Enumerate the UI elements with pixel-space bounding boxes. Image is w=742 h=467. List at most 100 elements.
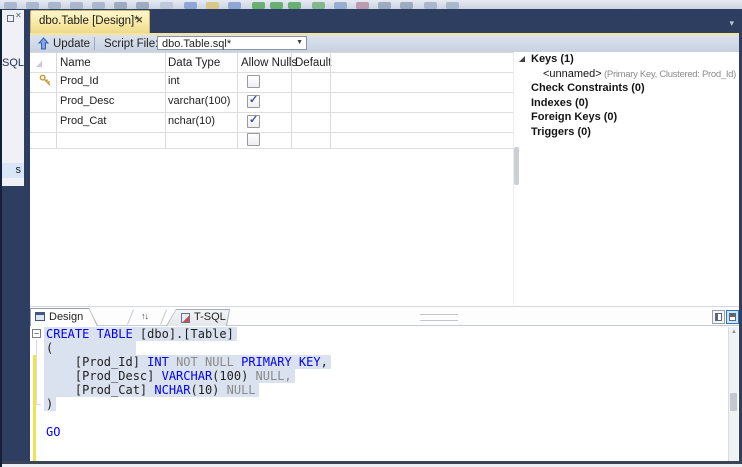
close-icon[interactable]: ✕ [15,11,22,20]
tree-child-name: <unnamed> [543,67,602,80]
tab-tsql[interactable]: T-SQL [166,309,230,326]
horizontal-split-button[interactable] [726,310,739,324]
allow-nulls-checkbox[interactable] [247,75,260,88]
allow-nulls-checkbox[interactable]: ✓ [247,94,260,108]
cell-data-type[interactable]: varchar(100) [168,95,230,107]
update-button-label: Update [53,37,91,50]
code-line[interactable]: [Prod_Cat] NCHAR(10) NULL [30,383,730,397]
grid-header-allow-nulls[interactable]: Allow Nulls [241,57,297,69]
cell-name[interactable]: Prod_Cat [60,115,106,127]
tab-design[interactable]: Design [30,308,98,326]
tree-item-label: Triggers (0) [531,125,591,138]
grid-line [30,148,513,149]
grid-scrollbar-thumb[interactable] [514,147,519,185]
cell-name[interactable]: Prod_Desc [60,95,114,107]
code-scrollbar[interactable]: ▲ [728,327,738,461]
tree-item-label: Foreign Keys (0) [531,111,618,123]
pin-icon[interactable] [7,15,14,22]
combo-dropdown-icon[interactable]: ▼ [296,39,303,46]
code-line[interactable] [30,411,730,425]
scroll-up-icon[interactable]: ▲ [730,328,738,337]
toolbar-icon-fragment[interactable] [26,2,39,9]
toolbar-icon-fragment[interactable] [446,2,459,9]
tree-item-triggers[interactable]: Triggers (0) [517,126,591,138]
toolbar-icon-fragment[interactable] [48,2,61,9]
toolbar-icon-fragment[interactable] [270,2,283,9]
toolbar-separator [94,37,95,50]
collapse-icon[interactable]: − [32,329,41,338]
toolbar-icon-fragment[interactable] [424,2,437,9]
script-file-combobox[interactable]: dbo.Table.sql* ▼ [157,36,307,50]
cell-data-type[interactable]: int [168,75,180,87]
toolbar-icon-fragment[interactable] [92,2,105,9]
grid-header-name[interactable]: Name [60,57,91,69]
token-pl: [Prod_Id] [46,355,148,369]
tree-child-detail: (Primary Key, Clustered: Prod_Id) [601,68,736,80]
code-line[interactable]: GO [30,425,730,439]
token-gr: NOT NULL [168,355,242,369]
allow-nulls-checkbox[interactable] [247,133,260,146]
token-kw: PRIMARY KEY [241,355,321,369]
grid-row[interactable]: Prod_Cat nchar(10) ✓ [30,112,513,132]
outline-guide-line [36,340,37,404]
tree-item-check-constraints[interactable]: Check Constraints (0) [517,82,645,94]
tree-item-keys[interactable]: Keys (1) [517,53,574,65]
toolbar-icon-fragment[interactable] [288,2,301,9]
code-scrollbar-thumb[interactable] [730,393,737,411]
toolbar-icon-fragment[interactable] [136,2,149,9]
splitter-grip[interactable] [420,314,458,321]
tree-item-label: Indexes (0) [531,96,589,109]
tree-item-label: Check Constraints (0) [531,82,645,94]
code-line[interactable]: [Prod_Id] INT NOT NULL PRIMARY KEY, [30,355,730,369]
code-line[interactable]: [Prod_Desc] VARCHAR(100) NULL, [30,369,730,383]
tree-item-indexes[interactable]: Indexes (0) [517,97,588,109]
change-bar [33,411,36,425]
toolbar-icon-fragment[interactable] [312,2,325,9]
code-line[interactable]: − CREATE TABLE [dbo].[Table] [30,327,730,341]
token-pl: [Prod_Desc] [46,369,162,383]
cell-data-type[interactable]: nchar(10) [168,115,215,127]
toolbar-icon-fragment[interactable] [114,2,127,9]
token-kw: VARCHAR [161,369,213,383]
grid-row[interactable]: Prod_Desc varchar(100) ✓ [30,92,513,112]
tab-close-icon[interactable]: ✕ [135,15,143,26]
grid-row[interactable]: Prod_Id int [30,72,513,92]
cell-name[interactable]: Prod_Id [60,75,99,87]
tsql-code-editor[interactable]: − CREATE TABLE [dbo].[Table]( [Prod_Id] I… [30,326,730,463]
toolbar-icon-fragment[interactable] [70,2,83,9]
toolbar-icon-fragment[interactable] [400,2,413,9]
grid-header-data-type[interactable]: Data Type [168,57,220,69]
code-text: ) [44,397,57,411]
update-button[interactable]: Update [34,35,94,52]
toolbar-icon-fragment[interactable] [184,2,197,9]
sync-panes-button[interactable]: ↑↓ [127,309,167,325]
checkmark-icon: ✓ [249,114,259,126]
toolbar-icon-fragment[interactable] [252,2,265,9]
toolbar-icon-fragment[interactable] [334,2,347,9]
tree-item-foreign-keys[interactable]: Foreign Keys (0) [517,111,617,123]
expanded-arrow-icon[interactable] [519,56,525,62]
sync-arrows-icon: ↑↓ [141,311,149,321]
toolbar-icon-fragment[interactable] [206,2,219,9]
code-line[interactable]: ( [30,341,730,355]
toolwindow-selected-item[interactable]: s [2,163,24,178]
update-arrow-icon [38,37,49,50]
code-text: GO [46,425,60,439]
toolbar-icon-fragment[interactable] [228,2,241,9]
toolbar-icon-fragment[interactable] [356,2,369,9]
allow-nulls-checkbox[interactable]: ✓ [247,114,260,128]
grid-header-default[interactable]: Default [295,57,331,69]
vertical-split-button[interactable] [712,310,725,324]
tab-overflow-icon[interactable]: ▾ [729,18,734,29]
grid-row[interactable] [30,132,513,148]
code-line[interactable]: ) [30,397,730,411]
bottom-tab-row: Design ↑↓ T-SQL [30,307,742,326]
toolbar-icon-fragment[interactable] [4,2,17,9]
tab-dbo-table-design[interactable]: dbo.Table [Design]* ✕ [30,10,150,33]
toolwindow-text-fragment: SQL [2,57,25,69]
checkmark-icon: ✓ [249,94,259,106]
grid-select-all-icon[interactable] [36,61,42,67]
tree-child-item[interactable]: <unnamed> (Primary Key, Clustered: Prod_… [543,68,736,80]
toolbar-icon-fragment[interactable] [378,2,391,9]
toolbar-icon-fragment[interactable] [160,2,173,9]
